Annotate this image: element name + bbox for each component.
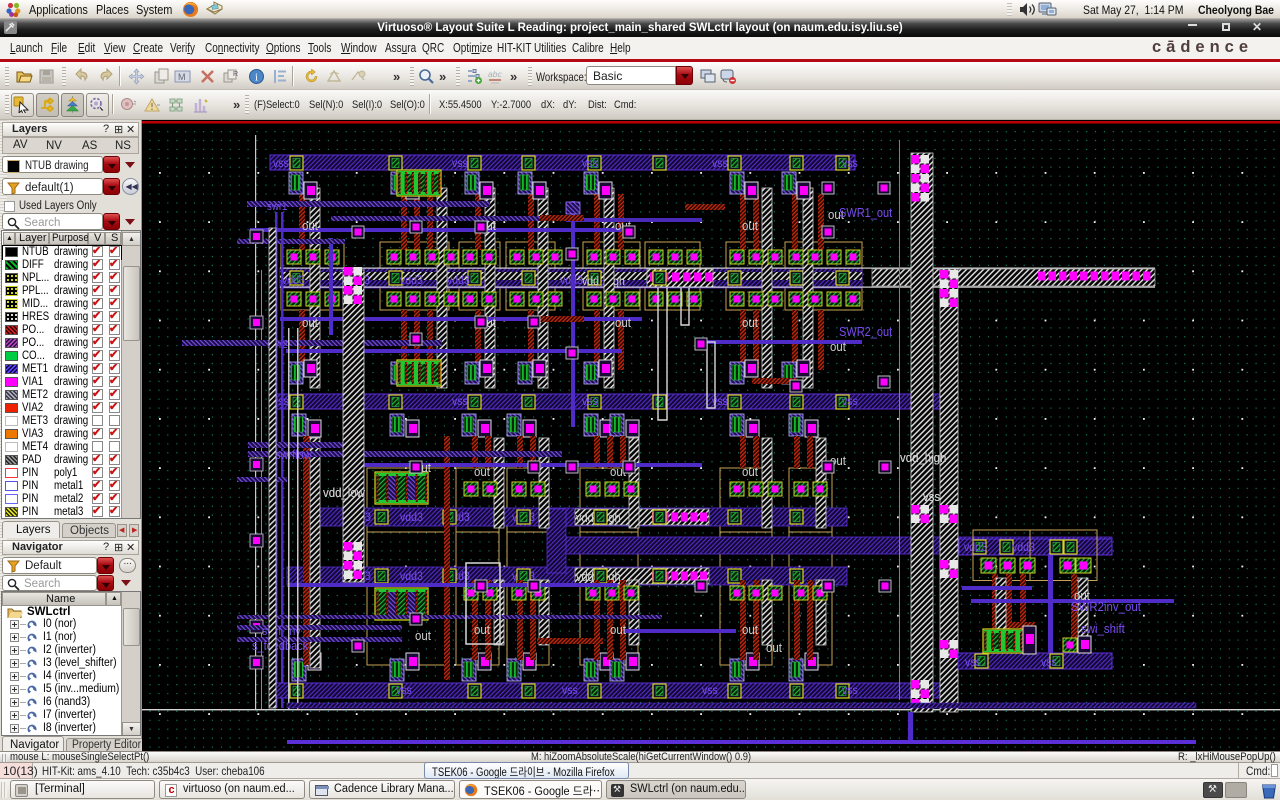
svg-text:vss: vss [1041, 656, 1057, 669]
svg-text:vdd3: vdd3 [447, 274, 470, 287]
svg-text:out: out [742, 464, 758, 479]
svg-text:s_feedback: s_feedback [252, 639, 308, 653]
svg-text:swi_shift: swi_shift [1081, 621, 1125, 636]
svg-text:abc: abc [488, 69, 502, 79]
svg-text:vss: vss [923, 489, 940, 504]
svg-text:out: out [742, 218, 758, 233]
svg-text:out: out [742, 315, 758, 330]
svg-text:vdd3: vdd3 [400, 570, 423, 583]
svg-text:vss: vss [702, 684, 718, 697]
svg-text:vdd_high: vdd_high [582, 275, 625, 288]
svg-text:SWR1_out: SWR1_out [839, 206, 893, 220]
svg-text:out: out [766, 640, 782, 655]
svg-text:swrf_inv: swrf_inv [262, 625, 301, 638]
svg-text:vdd3: vdd3 [964, 541, 987, 554]
svg-text:vss: vss [842, 395, 858, 408]
svg-text:vss: vss [582, 395, 598, 408]
svg-text:vdd3: vdd3 [400, 274, 423, 287]
svg-text:swrflow: swrflow [275, 448, 312, 462]
svg-text:out: out [302, 218, 318, 233]
svg-text:vss: vss [842, 157, 858, 170]
svg-text:vdd3: vdd3 [282, 274, 305, 287]
svg-text:vss: vss [452, 395, 468, 408]
svg-text:SWR2inv_out: SWR2inv_out [1071, 599, 1141, 614]
svg-text:out: out [615, 315, 631, 330]
svg-text:i: i [255, 72, 258, 84]
svg-text:vss: vss [965, 656, 981, 669]
svg-text:out: out [474, 464, 490, 479]
svg-text:vdd3: vdd3 [400, 511, 423, 524]
svg-text:out: out [302, 315, 318, 330]
svg-text:vss: vss [712, 157, 728, 170]
svg-text:vss: vss [842, 684, 858, 697]
svg-text:swr1: swr1 [267, 202, 288, 214]
svg-text:out: out [742, 622, 758, 637]
svg-text:vdd_high: vdd_high [900, 450, 947, 465]
svg-text:vss: vss [582, 157, 598, 170]
svg-text:out: out [474, 622, 490, 637]
svg-text:vss: vss [273, 157, 289, 170]
svg-text:M: M [178, 72, 186, 82]
svg-text:vss: vss [562, 684, 578, 697]
svg-text:vss: vss [452, 157, 468, 170]
svg-text:out: out [830, 339, 846, 354]
svg-text:R: R [233, 71, 238, 78]
svg-text:out: out [415, 628, 431, 643]
svg-text:SWR2_out: SWR2_out [839, 325, 893, 339]
svg-text:out: out [610, 622, 626, 637]
svg-text:vdd_low: vdd_low [323, 485, 365, 500]
svg-text:vdd3: vdd3 [1012, 541, 1035, 554]
svg-text:vss: vss [396, 684, 412, 697]
